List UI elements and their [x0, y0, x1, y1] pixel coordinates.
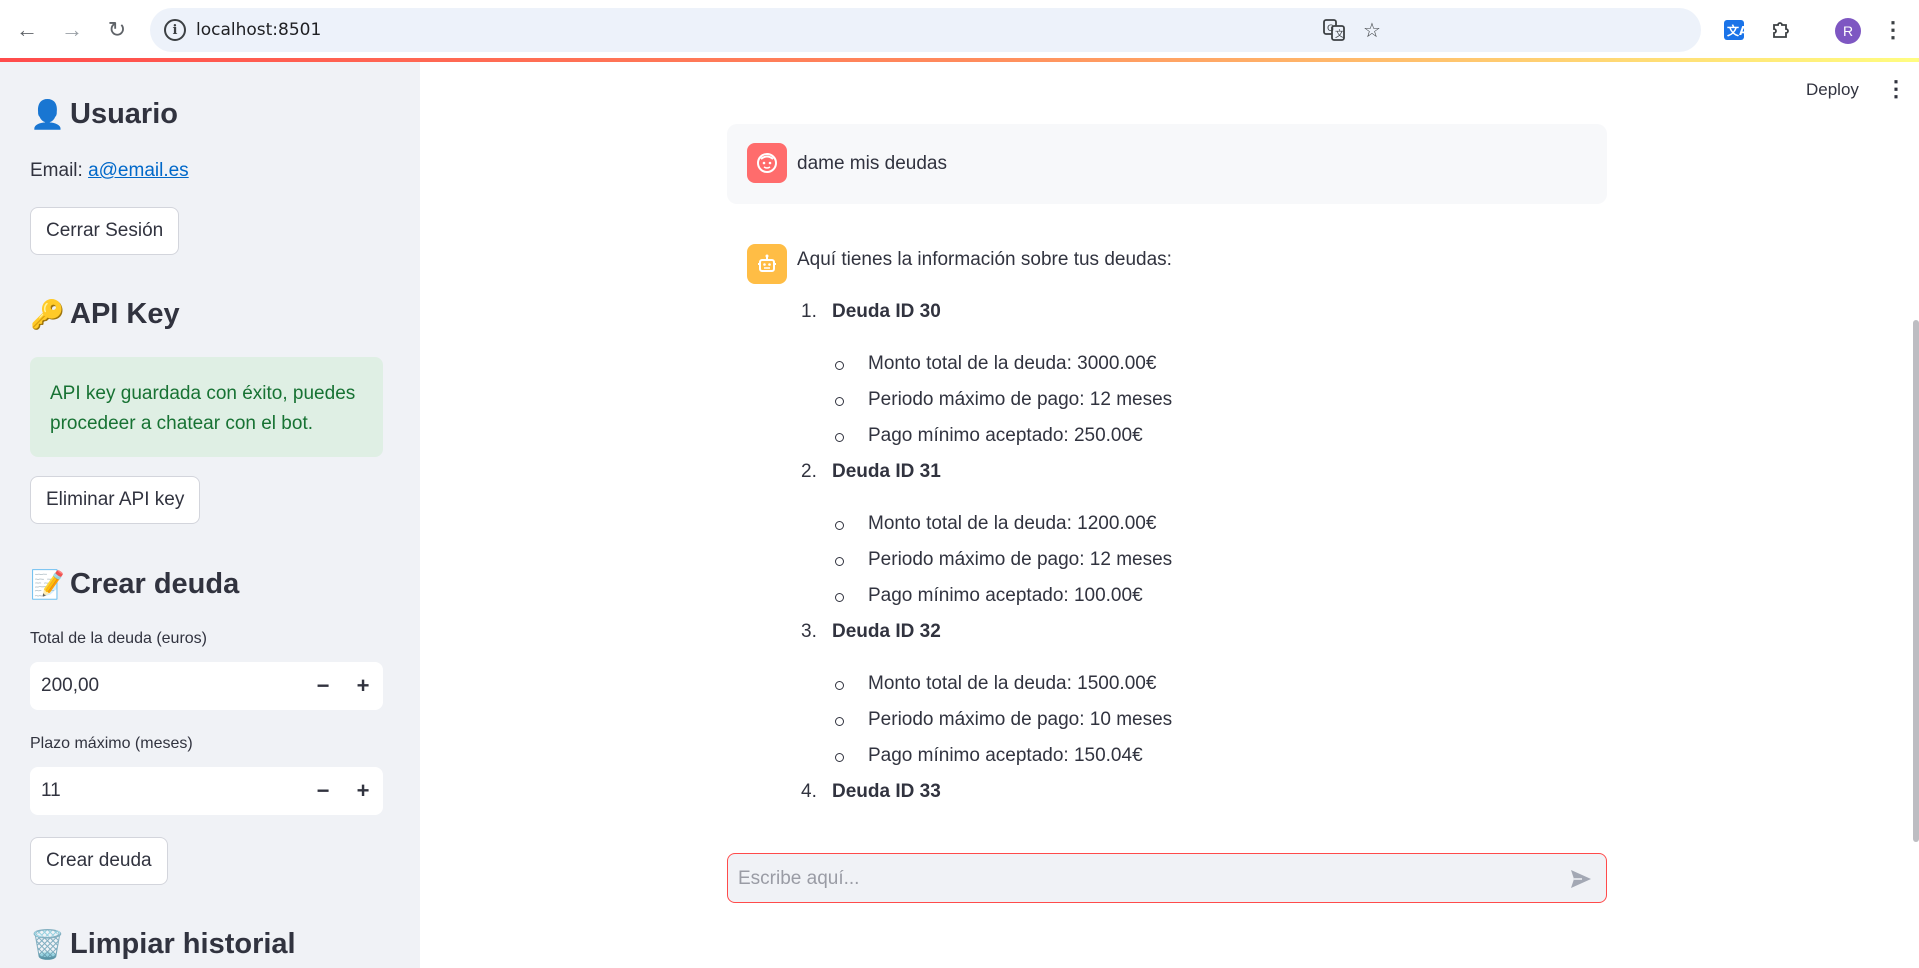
- debt-detail: Periodo máximo de pago: 12 meses: [868, 389, 1173, 410]
- debt-title: Deuda ID 33: [832, 781, 941, 802]
- debt-detail: Pago mínimo aceptado: 250.00€: [868, 425, 1143, 446]
- memo-icon: 📝: [30, 569, 65, 600]
- delete-api-key-button[interactable]: Eliminar API key: [30, 476, 201, 524]
- list-item-number: 2.: [801, 461, 817, 482]
- svg-text:文A: 文A: [1727, 23, 1746, 38]
- back-icon[interactable]: ←: [9, 12, 45, 48]
- api-key-success-alert: API key guardada con éxito, puedes proce…: [30, 357, 383, 457]
- list-item-number: 4.: [801, 781, 817, 802]
- user-avatar-icon: [747, 143, 787, 183]
- bot-intro-text: Aquí tienes la información sobre tus deu…: [797, 249, 1172, 270]
- plazo-maximo-label: Plazo máximo (meses): [30, 735, 193, 752]
- debt-detail: Periodo máximo de pago: 10 meses: [868, 709, 1173, 730]
- profile-avatar[interactable]: R: [1835, 18, 1861, 44]
- bullet-icon: [835, 397, 844, 406]
- site-info-icon[interactable]: i: [164, 19, 186, 41]
- send-icon[interactable]: [1568, 866, 1594, 892]
- debt-title: Deuda ID 32: [832, 621, 941, 642]
- url-text[interactable]: localhost:8501: [196, 20, 321, 40]
- debt-title: Deuda ID 30: [832, 301, 941, 322]
- email-row: Email: a@email.es: [30, 160, 189, 182]
- total-deuda-decrement-button[interactable]: −: [303, 662, 343, 710]
- key-icon: 🔑: [30, 299, 65, 330]
- plazo-maximo-decrement-button[interactable]: −: [303, 767, 343, 815]
- api-key-title: API Key: [70, 298, 180, 330]
- bullet-icon: [835, 717, 844, 726]
- crear-deuda-heading: 📝 Crear deuda: [30, 568, 239, 601]
- chat-input-container: [727, 853, 1607, 903]
- debt-detail: Monto total de la deuda: 1200.00€: [868, 513, 1157, 534]
- svg-text:G: G: [1327, 24, 1334, 34]
- user-silhouette-icon: 👤: [30, 99, 65, 130]
- sidebar: 👤 Usuario Email: a@email.es Cerrar Sesió…: [0, 62, 420, 968]
- reload-icon[interactable]: ↻: [99, 12, 135, 48]
- bullet-icon: [835, 557, 844, 566]
- plazo-maximo-input: 11 − +: [30, 767, 383, 815]
- bullet-icon: [835, 361, 844, 370]
- address-bar[interactable]: i localhost:8501 G文 ☆: [150, 8, 1701, 52]
- logout-button[interactable]: Cerrar Sesión: [30, 207, 180, 255]
- svg-text:文: 文: [1335, 28, 1344, 40]
- deploy-button[interactable]: Deploy: [1806, 80, 1859, 100]
- bullet-icon: [835, 433, 844, 442]
- list-item-number: 1.: [801, 301, 817, 322]
- crear-deuda-button[interactable]: Crear deuda: [30, 837, 168, 885]
- bullet-icon: [835, 593, 844, 602]
- bot-avatar-icon: [747, 244, 787, 284]
- total-deuda-increment-button[interactable]: +: [343, 662, 383, 710]
- debt-title: Deuda ID 31: [832, 461, 941, 482]
- bookmark-star-icon[interactable]: ☆: [1360, 18, 1384, 42]
- debt-detail: Monto total de la deuda: 3000.00€: [868, 353, 1157, 374]
- plazo-maximo-value[interactable]: 11: [30, 780, 303, 802]
- debt-detail: Periodo máximo de pago: 12 meses: [868, 549, 1173, 570]
- browser-menu-icon[interactable]: ⋮: [1877, 14, 1909, 46]
- debt-detail: Monto total de la deuda: 1500.00€: [868, 673, 1157, 694]
- plazo-maximo-increment-button[interactable]: +: [343, 767, 383, 815]
- bullet-icon: [835, 753, 844, 762]
- bullet-icon: [835, 681, 844, 690]
- browser-chrome: ← → ↻ i localhost:8501 G文 ☆ 文A R ⋮: [0, 0, 1919, 62]
- chat-input[interactable]: [738, 864, 1538, 894]
- bullet-icon: [835, 521, 844, 530]
- limpiar-historial-heading: 🗑️ Limpiar historial: [30, 928, 296, 961]
- crear-deuda-title: Crear deuda: [70, 568, 240, 600]
- usuario-heading: 👤 Usuario: [30, 98, 178, 131]
- email-link[interactable]: a@email.es: [88, 160, 189, 181]
- scrollbar[interactable]: [1913, 320, 1919, 842]
- email-label: Email:: [30, 160, 83, 181]
- translate-icon[interactable]: G文: [1322, 18, 1346, 42]
- forward-icon[interactable]: →: [54, 12, 90, 48]
- total-deuda-input: 200,00 − +: [30, 662, 383, 710]
- translate-extension-icon[interactable]: 文A: [1718, 14, 1750, 46]
- main-menu-icon[interactable]: ⋮: [1885, 78, 1907, 100]
- user-message-text: dame mis deudas: [797, 153, 947, 174]
- wastebasket-icon: 🗑️: [30, 929, 65, 960]
- extensions-puzzle-icon[interactable]: [1765, 14, 1797, 46]
- debt-detail: Pago mínimo aceptado: 150.04€: [868, 745, 1143, 766]
- debt-detail: Pago mínimo aceptado: 100.00€: [868, 585, 1143, 606]
- usuario-title: Usuario: [70, 98, 178, 130]
- total-deuda-label: Total de la deuda (euros): [30, 630, 207, 647]
- api-key-heading: 🔑 API Key: [30, 298, 180, 331]
- list-item-number: 3.: [801, 621, 817, 642]
- limpiar-historial-title: Limpiar historial: [70, 928, 296, 960]
- total-deuda-value[interactable]: 200,00: [30, 675, 303, 697]
